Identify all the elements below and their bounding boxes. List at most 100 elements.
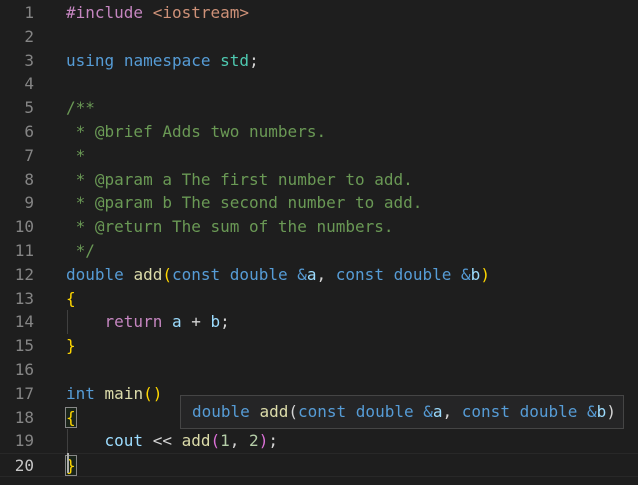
indent-guide: [67, 429, 68, 453]
line-number: 9: [24, 193, 34, 213]
code-token: */: [66, 241, 95, 260]
code-token: * @param b The second number to add.: [66, 193, 423, 213]
code-token: std: [220, 50, 250, 70]
signature-hover-tooltip: double add(const double &a, const double…: [180, 395, 624, 429]
line-code: {: [66, 287, 76, 311]
code-token: a: [171, 312, 182, 332]
code-token: a: [306, 264, 317, 284]
code-token: ): [258, 431, 269, 451]
code-token: double: [229, 264, 288, 284]
code-line[interactable]: 4: [0, 72, 638, 96]
code-line[interactable]: 20}: [0, 453, 638, 477]
code-editor[interactable]: 20} 19 cout << add(1, 2); 18{17 int main() 1…: [0, 0, 638, 485]
line-number: 12: [14, 264, 34, 284]
line-number: 10: [14, 217, 34, 237]
code-token: add: [259, 402, 289, 421]
code-token: ,: [316, 264, 336, 284]
code-line[interactable]: 7 *: [0, 144, 638, 168]
line-code: *: [66, 144, 86, 168]
code-line[interactable]: 9 * @param b The second number to add.: [0, 191, 638, 215]
code-token: 1: [220, 431, 230, 451]
line-number: 15: [14, 336, 34, 356]
code-token: ): [606, 402, 616, 421]
line-number: 4: [24, 74, 34, 94]
line-number: 3: [24, 50, 34, 70]
line-code: */: [66, 239, 95, 263]
code-line[interactable]: 1 #include <iostream>: [0, 1, 638, 25]
code-token: (: [288, 402, 298, 421]
code-token: *: [66, 145, 86, 165]
line-code: #include <iostream>: [66, 1, 249, 25]
code-line[interactable]: 19 cout << add(1, 2);: [0, 429, 638, 453]
code-line[interactable]: 11 */: [0, 239, 638, 263]
code-token: }: [66, 336, 76, 356]
code-token: #include: [66, 3, 144, 22]
code-line[interactable]: 13 {: [0, 287, 638, 311]
code-token: using: [66, 50, 115, 70]
code-line[interactable]: 12 double add(const double &a, const doub…: [0, 263, 638, 287]
code-line[interactable]: 3 using namespace std;: [0, 49, 638, 73]
code-token: ,: [229, 431, 250, 451]
code-token: double: [355, 402, 414, 421]
code-token: double: [192, 402, 250, 421]
indent-guide: [67, 310, 68, 334]
code-line[interactable]: 5 /**: [0, 96, 638, 120]
code-token: main: [104, 383, 144, 403]
line-number: 16: [14, 360, 34, 379]
code-token: +: [181, 312, 211, 332]
code-line[interactable]: 8 * @param a The first number to add.: [0, 168, 638, 192]
code-token: add: [181, 431, 211, 451]
code-token: <iostream>: [152, 3, 250, 22]
code-token: return: [104, 312, 163, 332]
code-token: int: [66, 383, 95, 403]
line-code: using namespace std;: [66, 49, 259, 73]
line-number: 18: [14, 407, 34, 427]
code-line[interactable]: 15}: [0, 334, 638, 358]
text-cursor: [67, 453, 69, 473]
code-token: double: [393, 264, 452, 284]
code-line[interactable]: 14 return a + b;: [0, 310, 638, 334]
line-code: return a + b;: [66, 310, 230, 334]
line-number: 13: [14, 288, 34, 308]
line-number: 8: [24, 169, 34, 189]
code-token: double: [66, 264, 124, 284]
code-token: cout: [104, 431, 144, 451]
code-token: &: [461, 264, 471, 284]
code-token: &: [423, 402, 433, 421]
line-code: * @return The sum of the numbers.: [66, 215, 394, 239]
line-number: 11: [14, 241, 34, 260]
code-line[interactable]: 6 * @brief Adds two numbers.: [0, 120, 638, 144]
code-line[interactable]: 2: [0, 25, 638, 49]
code-token: b: [596, 402, 607, 421]
code-token: b: [210, 312, 221, 332]
line-code: {: [65, 406, 77, 430]
code-token: (: [162, 264, 172, 284]
code-token: * @param a The first number to add.: [66, 169, 413, 189]
code-token: 2: [249, 431, 259, 451]
code-token: double: [519, 402, 578, 421]
code-token: ;: [249, 50, 259, 70]
code-line[interactable]: 10 * @return The sum of the numbers.: [0, 215, 638, 239]
code-token: b: [470, 264, 481, 284]
code-token: const: [461, 402, 510, 421]
code-token: ;: [268, 431, 278, 451]
line-number: 14: [14, 312, 34, 332]
line-number: 5: [24, 98, 34, 118]
line-number: 6: [24, 122, 34, 141]
code-token: const: [335, 264, 384, 284]
line-code: }: [66, 334, 76, 358]
code-line[interactable]: 16: [0, 358, 638, 382]
